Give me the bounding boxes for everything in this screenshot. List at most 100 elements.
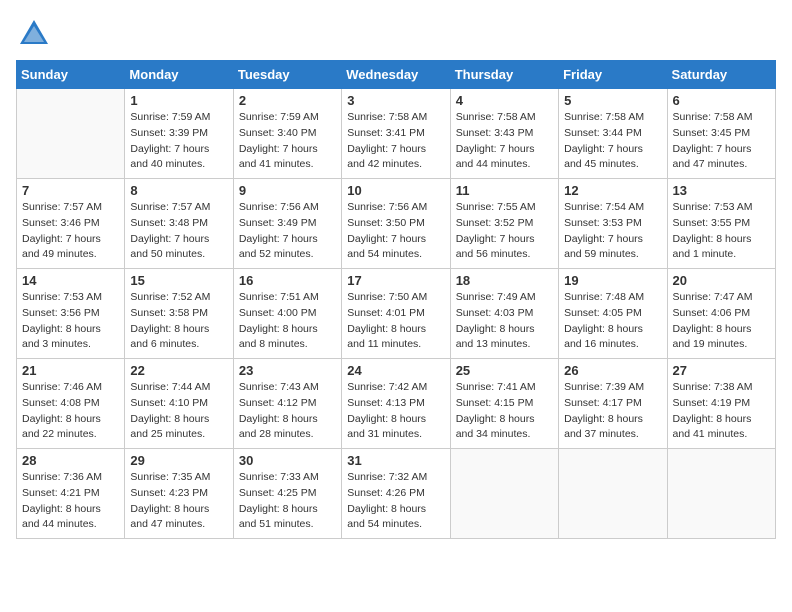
day-number: 30	[239, 453, 336, 468]
col-header-monday: Monday	[125, 61, 233, 89]
day-number: 29	[130, 453, 227, 468]
day-cell: 16 Sunrise: 7:51 AMSunset: 4:00 PMDayligh…	[233, 269, 341, 359]
day-info: Sunrise: 7:48 AMSunset: 4:05 PMDaylight:…	[564, 290, 661, 353]
col-header-thursday: Thursday	[450, 61, 558, 89]
day-number: 31	[347, 453, 444, 468]
day-cell: 25 Sunrise: 7:41 AMSunset: 4:15 PMDayligh…	[450, 359, 558, 449]
day-info: Sunrise: 7:53 AMSunset: 3:55 PMDaylight:…	[673, 200, 770, 263]
day-number: 7	[22, 183, 119, 198]
day-number: 27	[673, 363, 770, 378]
logo	[16, 16, 56, 52]
day-cell: 31 Sunrise: 7:32 AMSunset: 4:26 PMDayligh…	[342, 449, 450, 539]
calendar-header-row: SundayMondayTuesdayWednesdayThursdayFrid…	[17, 61, 776, 89]
week-row-2: 7 Sunrise: 7:57 AMSunset: 3:46 PMDaylight…	[17, 179, 776, 269]
day-number: 8	[130, 183, 227, 198]
day-number: 4	[456, 93, 553, 108]
day-info: Sunrise: 7:59 AMSunset: 3:39 PMDaylight:…	[130, 110, 227, 173]
day-number: 18	[456, 273, 553, 288]
day-cell	[17, 89, 125, 179]
day-number: 3	[347, 93, 444, 108]
day-info: Sunrise: 7:57 AMSunset: 3:48 PMDaylight:…	[130, 200, 227, 263]
day-info: Sunrise: 7:32 AMSunset: 4:26 PMDaylight:…	[347, 470, 444, 533]
day-cell: 23 Sunrise: 7:43 AMSunset: 4:12 PMDayligh…	[233, 359, 341, 449]
day-info: Sunrise: 7:47 AMSunset: 4:06 PMDaylight:…	[673, 290, 770, 353]
day-info: Sunrise: 7:59 AMSunset: 3:40 PMDaylight:…	[239, 110, 336, 173]
day-number: 14	[22, 273, 119, 288]
day-cell: 20 Sunrise: 7:47 AMSunset: 4:06 PMDayligh…	[667, 269, 775, 359]
day-cell: 22 Sunrise: 7:44 AMSunset: 4:10 PMDayligh…	[125, 359, 233, 449]
day-number: 17	[347, 273, 444, 288]
day-info: Sunrise: 7:58 AMSunset: 3:43 PMDaylight:…	[456, 110, 553, 173]
day-info: Sunrise: 7:39 AMSunset: 4:17 PMDaylight:…	[564, 380, 661, 443]
day-cell: 17 Sunrise: 7:50 AMSunset: 4:01 PMDayligh…	[342, 269, 450, 359]
day-info: Sunrise: 7:55 AMSunset: 3:52 PMDaylight:…	[456, 200, 553, 263]
day-info: Sunrise: 7:57 AMSunset: 3:46 PMDaylight:…	[22, 200, 119, 263]
day-cell: 29Sunrise: 7:35 AMSunset: 4:23 PMDayligh…	[125, 449, 233, 539]
day-info: Sunrise: 7:58 AMSunset: 3:45 PMDaylight:…	[673, 110, 770, 173]
day-cell: 14 Sunrise: 7:53 AMSunset: 3:56 PMDayligh…	[17, 269, 125, 359]
day-number: 11	[456, 183, 553, 198]
day-info: Sunrise: 7:46 AMSunset: 4:08 PMDaylight:…	[22, 380, 119, 443]
day-info: Sunrise: 7:43 AMSunset: 4:12 PMDaylight:…	[239, 380, 336, 443]
col-header-friday: Friday	[559, 61, 667, 89]
day-info: Sunrise: 7:58 AMSunset: 3:41 PMDaylight:…	[347, 110, 444, 173]
col-header-sunday: Sunday	[17, 61, 125, 89]
day-number: 26	[564, 363, 661, 378]
page-header	[16, 16, 776, 52]
day-info: Sunrise: 7:56 AMSunset: 3:49 PMDaylight:…	[239, 200, 336, 263]
day-info: Sunrise: 7:49 AMSunset: 4:03 PMDaylight:…	[456, 290, 553, 353]
day-info: Sunrise: 7:53 AMSunset: 3:56 PMDaylight:…	[22, 290, 119, 353]
day-cell	[559, 449, 667, 539]
day-info: Sunrise: 7:54 AMSunset: 3:53 PMDaylight:…	[564, 200, 661, 263]
day-cell: 1 Sunrise: 7:59 AMSunset: 3:39 PMDaylight…	[125, 89, 233, 179]
week-row-5: 28 Sunrise: 7:36 AMSunset: 4:21 PMDayligh…	[17, 449, 776, 539]
day-number: 28	[22, 453, 119, 468]
day-info: Sunrise: 7:51 AMSunset: 4:00 PMDaylight:…	[239, 290, 336, 353]
week-row-3: 14 Sunrise: 7:53 AMSunset: 3:56 PMDayligh…	[17, 269, 776, 359]
day-cell: 27 Sunrise: 7:38 AMSunset: 4:19 PMDayligh…	[667, 359, 775, 449]
day-cell: 3 Sunrise: 7:58 AMSunset: 3:41 PMDaylight…	[342, 89, 450, 179]
day-number: 16	[239, 273, 336, 288]
day-cell: 5Sunrise: 7:58 AMSunset: 3:44 PMDaylight…	[559, 89, 667, 179]
day-number: 2	[239, 93, 336, 108]
day-cell: 9Sunrise: 7:56 AMSunset: 3:49 PMDaylight…	[233, 179, 341, 269]
day-number: 13	[673, 183, 770, 198]
day-number: 25	[456, 363, 553, 378]
day-number: 1	[130, 93, 227, 108]
day-cell	[450, 449, 558, 539]
day-info: Sunrise: 7:42 AMSunset: 4:13 PMDaylight:…	[347, 380, 444, 443]
week-row-1: 1 Sunrise: 7:59 AMSunset: 3:39 PMDaylight…	[17, 89, 776, 179]
day-number: 23	[239, 363, 336, 378]
day-cell: 12 Sunrise: 7:54 AMSunset: 3:53 PMDayligh…	[559, 179, 667, 269]
day-number: 21	[22, 363, 119, 378]
day-cell: 21 Sunrise: 7:46 AMSunset: 4:08 PMDayligh…	[17, 359, 125, 449]
day-info: Sunrise: 7:36 AMSunset: 4:21 PMDaylight:…	[22, 470, 119, 533]
day-info: Sunrise: 7:44 AMSunset: 4:10 PMDaylight:…	[130, 380, 227, 443]
day-cell: 24Sunrise: 7:42 AMSunset: 4:13 PMDayligh…	[342, 359, 450, 449]
day-info: Sunrise: 7:56 AMSunset: 3:50 PMDaylight:…	[347, 200, 444, 263]
col-header-saturday: Saturday	[667, 61, 775, 89]
day-cell: 8 Sunrise: 7:57 AMSunset: 3:48 PMDaylight…	[125, 179, 233, 269]
day-cell: 19 Sunrise: 7:48 AMSunset: 4:05 PMDayligh…	[559, 269, 667, 359]
day-number: 19	[564, 273, 661, 288]
day-number: 10	[347, 183, 444, 198]
col-header-tuesday: Tuesday	[233, 61, 341, 89]
col-header-wednesday: Wednesday	[342, 61, 450, 89]
day-cell: 2 Sunrise: 7:59 AMSunset: 3:40 PMDaylight…	[233, 89, 341, 179]
day-cell: 13 Sunrise: 7:53 AMSunset: 3:55 PMDayligh…	[667, 179, 775, 269]
day-number: 22	[130, 363, 227, 378]
day-number: 20	[673, 273, 770, 288]
day-cell: 11 Sunrise: 7:55 AMSunset: 3:52 PMDayligh…	[450, 179, 558, 269]
day-cell: 4 Sunrise: 7:58 AMSunset: 3:43 PMDaylight…	[450, 89, 558, 179]
day-number: 5	[564, 93, 661, 108]
day-info: Sunrise: 7:41 AMSunset: 4:15 PMDaylight:…	[456, 380, 553, 443]
logo-icon	[16, 16, 52, 52]
day-cell: 26 Sunrise: 7:39 AMSunset: 4:17 PMDayligh…	[559, 359, 667, 449]
day-cell: 30Sunrise: 7:33 AMSunset: 4:25 PMDayligh…	[233, 449, 341, 539]
day-number: 12	[564, 183, 661, 198]
week-row-4: 21 Sunrise: 7:46 AMSunset: 4:08 PMDayligh…	[17, 359, 776, 449]
day-cell: 15Sunrise: 7:52 AMSunset: 3:58 PMDayligh…	[125, 269, 233, 359]
day-cell	[667, 449, 775, 539]
day-info: Sunrise: 7:50 AMSunset: 4:01 PMDaylight:…	[347, 290, 444, 353]
day-info: Sunrise: 7:38 AMSunset: 4:19 PMDaylight:…	[673, 380, 770, 443]
